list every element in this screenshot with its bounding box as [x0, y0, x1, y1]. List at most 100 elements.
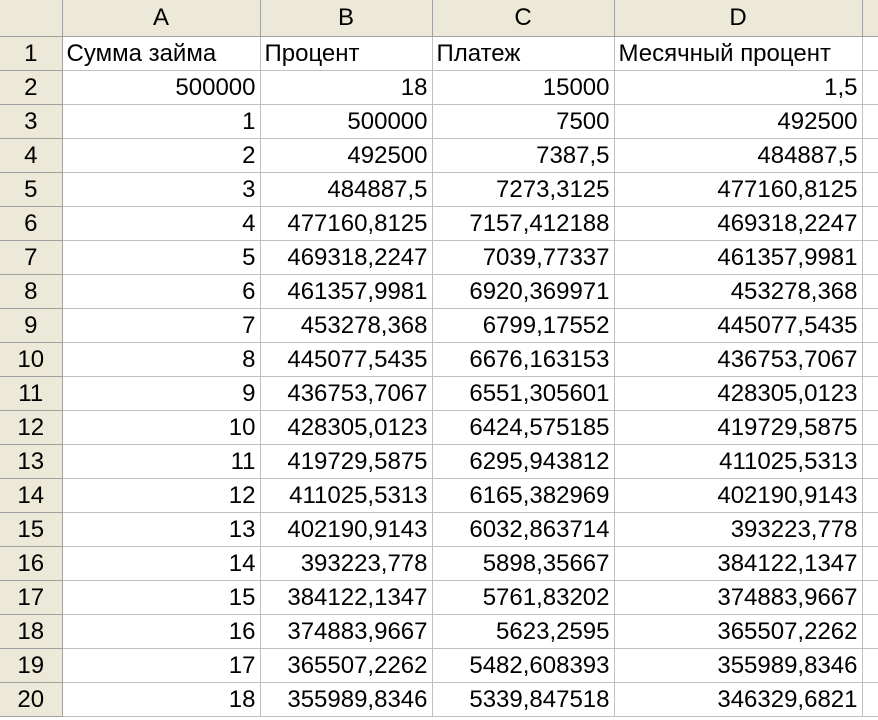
- cell-d[interactable]: 355989,8346: [614, 648, 863, 683]
- row-header[interactable]: 10: [0, 342, 63, 377]
- cell-b[interactable]: 492500: [260, 138, 433, 173]
- cell-e[interactable]: [862, 444, 878, 479]
- cell-c[interactable]: 6424,575185: [432, 410, 615, 445]
- cell-e[interactable]: [862, 648, 878, 683]
- cell-c[interactable]: 5339,847518: [432, 682, 615, 717]
- cell-a[interactable]: 10: [62, 410, 261, 445]
- cell-c[interactable]: 7039,77337: [432, 240, 615, 275]
- cell-a[interactable]: 8: [62, 342, 261, 377]
- row-header[interactable]: 19: [0, 648, 63, 683]
- cell-b[interactable]: 18: [260, 70, 433, 105]
- column-header-b[interactable]: B: [260, 0, 433, 37]
- cell-b[interactable]: Процент: [260, 36, 433, 71]
- row-header[interactable]: 14: [0, 478, 63, 513]
- cell-b[interactable]: 461357,9981: [260, 274, 433, 309]
- row-header[interactable]: 11: [0, 376, 63, 411]
- cell-a[interactable]: 500000: [62, 70, 261, 105]
- cell-e[interactable]: [862, 138, 878, 173]
- cell-b[interactable]: 402190,9143: [260, 512, 433, 547]
- column-header-d[interactable]: D: [614, 0, 863, 37]
- cell-a[interactable]: 3: [62, 172, 261, 207]
- cell-a[interactable]: 11: [62, 444, 261, 479]
- row-header[interactable]: 18: [0, 614, 63, 649]
- cell-e[interactable]: [862, 70, 878, 105]
- cell-d[interactable]: 365507,2262: [614, 614, 863, 649]
- cell-d[interactable]: 484887,5: [614, 138, 863, 173]
- cell-a[interactable]: 7: [62, 308, 261, 343]
- column-header-a[interactable]: A: [62, 0, 261, 37]
- cell-a[interactable]: 9: [62, 376, 261, 411]
- cell-e[interactable]: [862, 172, 878, 207]
- cell-c[interactable]: 5623,2595: [432, 614, 615, 649]
- cell-e[interactable]: [862, 682, 878, 717]
- row-header[interactable]: 8: [0, 274, 63, 309]
- row-header[interactable]: 16: [0, 546, 63, 581]
- cell-b[interactable]: 445077,5435: [260, 342, 433, 377]
- cell-d[interactable]: 374883,9667: [614, 580, 863, 615]
- cell-a[interactable]: 6: [62, 274, 261, 309]
- cell-d[interactable]: 411025,5313: [614, 444, 863, 479]
- row-header[interactable]: 2: [0, 70, 63, 105]
- cell-c[interactable]: 7157,412188: [432, 206, 615, 241]
- cell-b[interactable]: 365507,2262: [260, 648, 433, 683]
- row-header[interactable]: 6: [0, 206, 63, 241]
- row-header[interactable]: 13: [0, 444, 63, 479]
- column-header-next[interactable]: [862, 0, 878, 37]
- cell-e[interactable]: [862, 546, 878, 581]
- cell-a[interactable]: Сумма займа: [62, 36, 261, 71]
- cell-e[interactable]: [862, 512, 878, 547]
- cell-a[interactable]: 14: [62, 546, 261, 581]
- cell-c[interactable]: 15000: [432, 70, 615, 105]
- cell-a[interactable]: 5: [62, 240, 261, 275]
- cell-c[interactable]: 6032,863714: [432, 512, 615, 547]
- cell-e[interactable]: [862, 240, 878, 275]
- cell-d[interactable]: 477160,8125: [614, 172, 863, 207]
- row-header[interactable]: 20: [0, 682, 63, 717]
- cell-c[interactable]: 7500: [432, 104, 615, 139]
- cell-b[interactable]: 411025,5313: [260, 478, 433, 513]
- cell-d[interactable]: 384122,1347: [614, 546, 863, 581]
- cell-e[interactable]: [862, 206, 878, 241]
- cell-c[interactable]: 6799,17552: [432, 308, 615, 343]
- cell-d[interactable]: 461357,9981: [614, 240, 863, 275]
- cell-a[interactable]: 2: [62, 138, 261, 173]
- cell-a[interactable]: 17: [62, 648, 261, 683]
- cell-e[interactable]: [862, 410, 878, 445]
- cell-e[interactable]: [862, 36, 878, 71]
- row-header[interactable]: 3: [0, 104, 63, 139]
- cell-c[interactable]: 7273,3125: [432, 172, 615, 207]
- cell-d[interactable]: 453278,368: [614, 274, 863, 309]
- cell-e[interactable]: [862, 274, 878, 309]
- cell-d[interactable]: 428305,0123: [614, 376, 863, 411]
- cell-c[interactable]: 5761,83202: [432, 580, 615, 615]
- row-header[interactable]: 4: [0, 138, 63, 173]
- cell-e[interactable]: [862, 104, 878, 139]
- cell-d[interactable]: 1,5: [614, 70, 863, 105]
- cell-b[interactable]: 477160,8125: [260, 206, 433, 241]
- row-header[interactable]: 15: [0, 512, 63, 547]
- cell-e[interactable]: [862, 478, 878, 513]
- cell-a[interactable]: 1: [62, 104, 261, 139]
- cell-a[interactable]: 16: [62, 614, 261, 649]
- cell-a[interactable]: 4: [62, 206, 261, 241]
- cell-b[interactable]: 500000: [260, 104, 433, 139]
- cell-a[interactable]: 18: [62, 682, 261, 717]
- cell-e[interactable]: [862, 614, 878, 649]
- row-header[interactable]: 12: [0, 410, 63, 445]
- cell-c[interactable]: 6165,382969: [432, 478, 615, 513]
- cell-d[interactable]: Месячный процент: [614, 36, 863, 71]
- select-all-corner[interactable]: [0, 0, 63, 37]
- row-header[interactable]: 9: [0, 308, 63, 343]
- cell-c[interactable]: 5482,608393: [432, 648, 615, 683]
- cell-b[interactable]: 453278,368: [260, 308, 433, 343]
- cell-c[interactable]: 7387,5: [432, 138, 615, 173]
- cell-b[interactable]: 384122,1347: [260, 580, 433, 615]
- cell-d[interactable]: 393223,778: [614, 512, 863, 547]
- cell-d[interactable]: 445077,5435: [614, 308, 863, 343]
- cell-c[interactable]: Платеж: [432, 36, 615, 71]
- cell-c[interactable]: 6920,369971: [432, 274, 615, 309]
- cell-c[interactable]: 6551,305601: [432, 376, 615, 411]
- cell-e[interactable]: [862, 342, 878, 377]
- cell-d[interactable]: 436753,7067: [614, 342, 863, 377]
- cell-c[interactable]: 5898,35667: [432, 546, 615, 581]
